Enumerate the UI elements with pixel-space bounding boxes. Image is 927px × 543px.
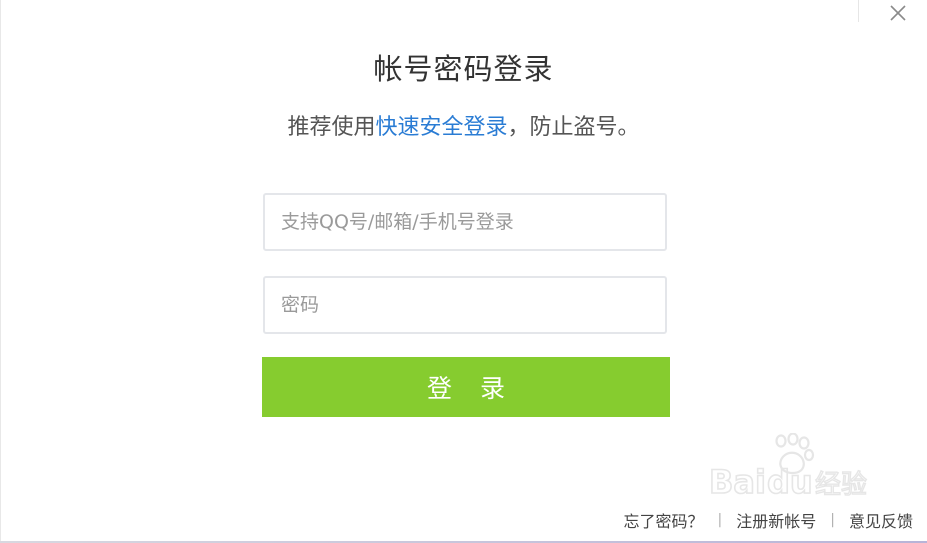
svg-text:du: du [767,463,813,499]
page-title: 帐号密码登录 [373,52,554,86]
subtitle-prefix: 推荐使用 [287,115,376,140]
forgot-password-link[interactable]: 忘了密码？ [624,508,704,532]
close-button[interactable] [885,0,911,26]
baidu-watermark-logo: Bai du 经验 [708,433,868,499]
feedback-link[interactable]: 意见反馈 [849,508,913,532]
password-input[interactable] [265,278,665,332]
window-divider [858,0,859,22]
footer-links: 忘了密码？ | 注册新帐号 | 意见反馈 [624,508,913,532]
baidu-jingyan-watermark: Bai du 经验 [705,433,875,499]
quick-login-link[interactable]: 快速安全登录 [375,115,507,140]
password-field [263,276,667,334]
svg-text:经验: 经验 [815,470,867,499]
footer-separator: | [830,512,835,528]
login-dialog: 帐号密码登录 推荐使用快速安全登录，防止盗号。 登 录 Bai du 经验 [0,0,927,543]
footer-separator: | [717,512,723,528]
login-recommendation: 推荐使用快速安全登录，防止盗号。 [0,109,927,141]
subtitle-suffix: ，防止盗号。 [507,115,640,140]
svg-text:Bai: Bai [709,463,766,499]
account-input[interactable] [265,195,665,249]
register-link[interactable]: 注册新帐号 [736,508,816,532]
close-icon [889,4,907,22]
login-button[interactable]: 登 录 [262,357,670,417]
account-field [263,193,667,251]
